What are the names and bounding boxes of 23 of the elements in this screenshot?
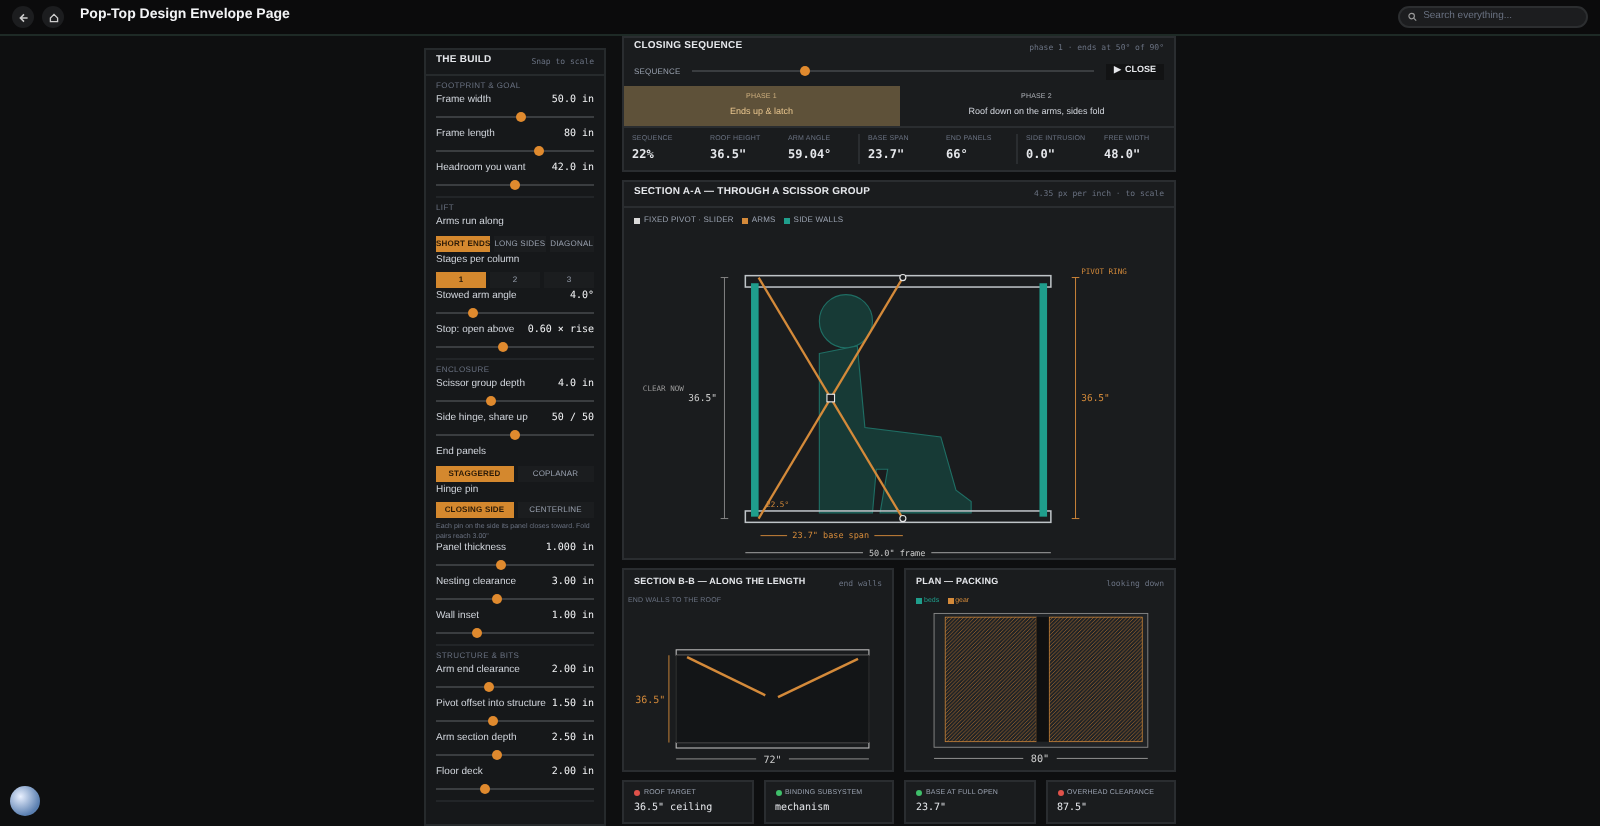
slider-thumb[interactable] (510, 430, 520, 440)
pivot-marker (898, 274, 906, 282)
slider-thumb[interactable] (467, 308, 478, 318)
slider-thumb[interactable] (479, 784, 490, 794)
home-button[interactable] (42, 6, 64, 28)
slider-thumb[interactable] (516, 112, 527, 122)
back-arrow-icon (17, 11, 29, 23)
slider-thumb[interactable] (483, 682, 494, 692)
slider-thumb[interactable] (533, 146, 544, 156)
pivot-marker (898, 515, 906, 523)
slider-thumb[interactable] (498, 342, 509, 352)
slider-thumb[interactable] (472, 628, 483, 638)
slider-thumb[interactable] (486, 396, 497, 406)
slider-thumb[interactable] (495, 560, 506, 570)
back-button[interactable] (12, 6, 34, 28)
slider-thumb[interactable] (491, 750, 502, 760)
slider-thumb[interactable] (510, 180, 520, 190)
pivot-marker (825, 393, 835, 403)
slider-thumb[interactable] (491, 594, 502, 604)
slider-thumb[interactable] (800, 66, 811, 76)
search-icon (1408, 12, 1418, 22)
slider-thumb[interactable] (487, 716, 498, 726)
home-icon (47, 11, 59, 23)
